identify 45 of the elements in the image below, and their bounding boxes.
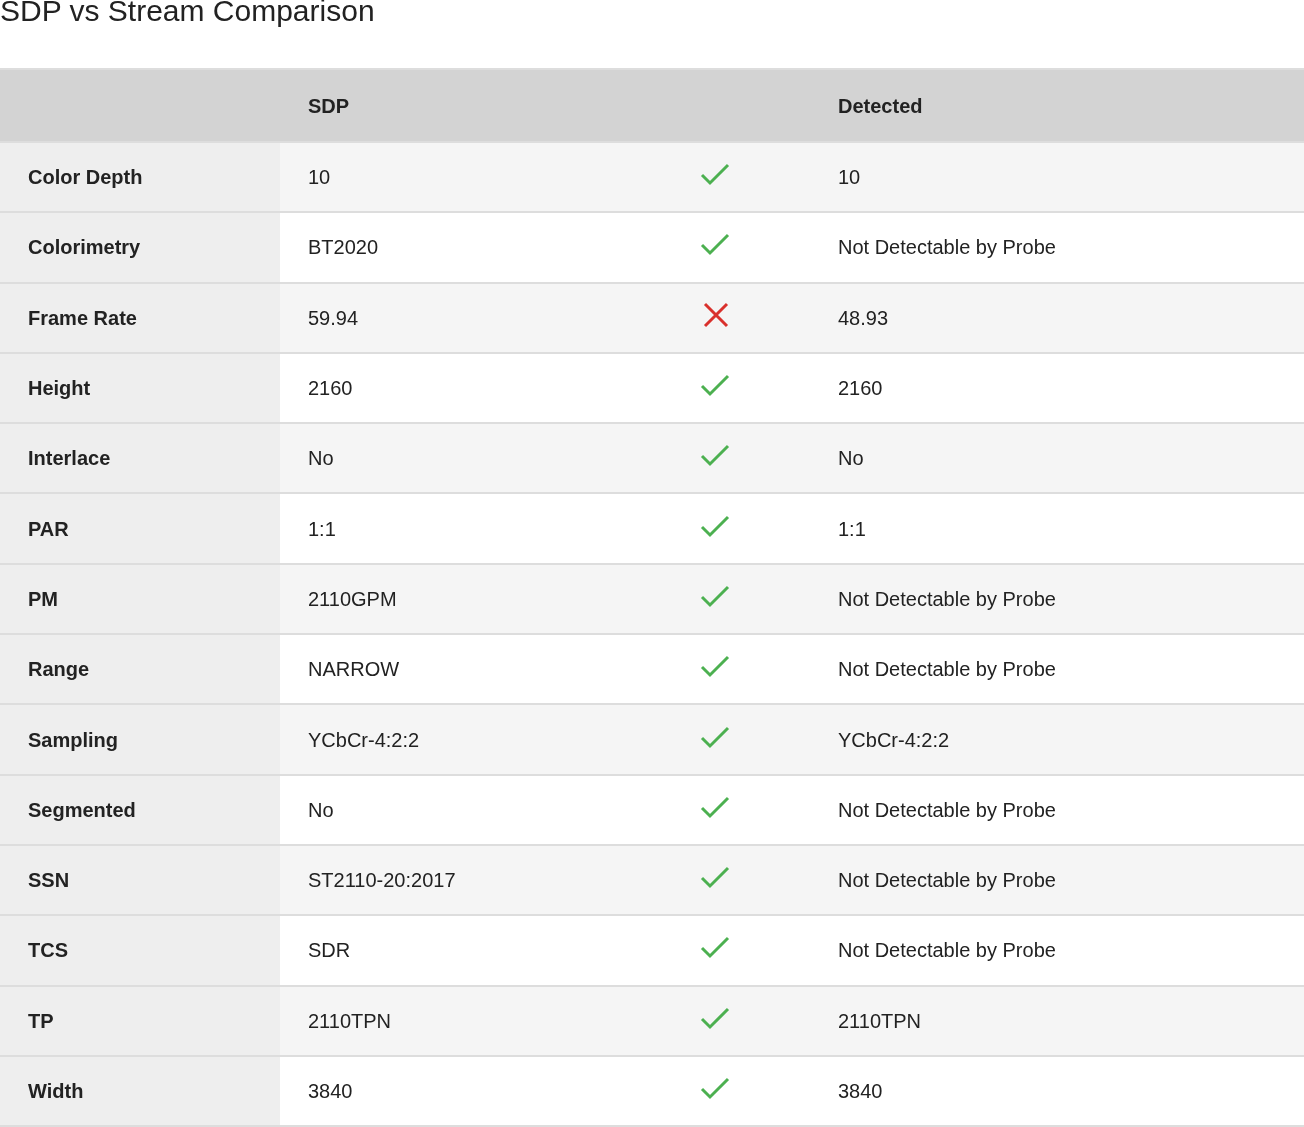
table-cell: Not Detectable by Probe <box>810 634 1304 705</box>
table-cell: 59.94 <box>280 282 690 353</box>
table-cell: Not Detectable by Probe <box>810 844 1304 916</box>
table-cell: Not Detectable by Probe <box>810 915 1304 986</box>
table-cell: 48.93 <box>810 282 1304 353</box>
table-cell: SDR <box>280 915 690 986</box>
table-cell: No <box>280 774 690 845</box>
table-cell: No <box>810 423 1304 494</box>
row-label: Color Depth <box>0 142 280 213</box>
table-cell: 2160 <box>810 352 1304 424</box>
table-cell: 1:1 <box>810 493 1304 564</box>
row-label: Height <box>0 352 280 424</box>
column-header: SDP <box>280 69 690 142</box>
column-header: Detected <box>810 69 1304 142</box>
table-cell: 3840 <box>280 1055 690 1127</box>
row-label: Range <box>0 634 280 705</box>
table-cell: 10 <box>810 142 1304 213</box>
table-cell: No <box>280 423 690 494</box>
page-title: SDP vs Stream Comparison <box>0 0 376 29</box>
table-cell: 2160 <box>280 352 690 424</box>
table-cell: 2110TPN <box>280 985 690 1056</box>
table-cell: Not Detectable by Probe <box>810 774 1304 845</box>
row-label: Frame Rate <box>0 282 280 353</box>
table-cell: BT2020 <box>280 212 690 283</box>
table-cell: YCbCr-4:2:2 <box>810 704 1304 775</box>
row-label: SSN <box>0 844 280 916</box>
table-cell: 3840 <box>810 1055 1304 1127</box>
row-label: TCS <box>0 915 280 986</box>
row-label: Interlace <box>0 423 280 494</box>
row-label: Segmented <box>0 774 280 845</box>
row-label: TP <box>0 985 280 1056</box>
row-label: Sampling <box>0 704 280 775</box>
row-label: PAR <box>0 493 280 564</box>
row-label: Width <box>0 1055 280 1127</box>
table-cell: 1:1 <box>280 493 690 564</box>
table-cell: YCbCr-4:2:2 <box>280 704 690 775</box>
table-cell: 2110TPN <box>810 985 1304 1056</box>
table-cell: ST2110-20:2017 <box>280 844 690 916</box>
table-cell: 2110GPM <box>280 563 690 635</box>
table-cell: NARROW <box>280 634 690 705</box>
row-label: Colorimetry <box>0 212 280 283</box>
row-label: PM <box>0 563 280 635</box>
table-cell: 10 <box>280 142 690 213</box>
table-cell: Not Detectable by Probe <box>810 563 1304 635</box>
table-cell: Not Detectable by Probe <box>810 212 1304 283</box>
